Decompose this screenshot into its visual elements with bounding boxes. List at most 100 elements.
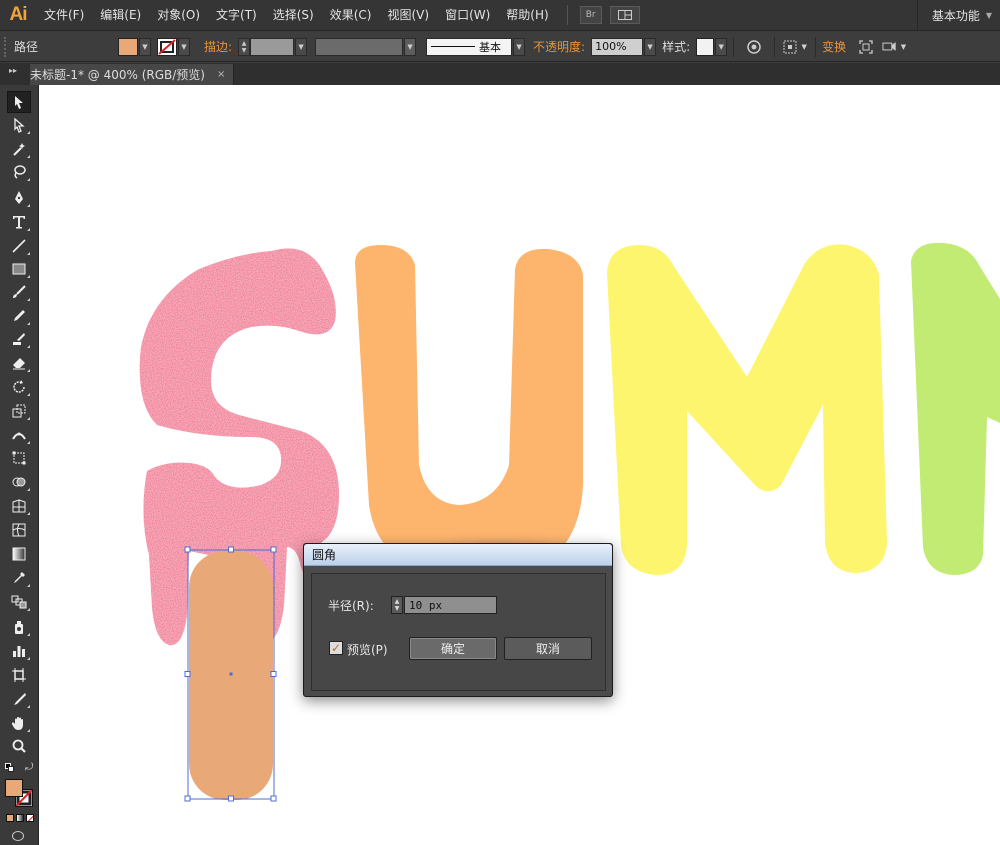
arrange-documents-button[interactable] [609, 6, 640, 24]
stroke-swatch[interactable] [157, 37, 177, 56]
stroke-line-preview [431, 46, 476, 47]
variable-width-dropdown[interactable]: ▼ [404, 37, 417, 56]
pen-nib-icon [15, 191, 23, 204]
rotate-tool[interactable] [7, 376, 31, 398]
gradient-button[interactable] [16, 814, 24, 822]
preview-checkbox[interactable]: ✓ [329, 641, 343, 655]
panel-options-button[interactable]: ▼ [882, 37, 906, 57]
menu-select[interactable]: 选择(S) [265, 0, 322, 31]
stroke-label[interactable]: 描边: [204, 38, 232, 55]
mesh-tool[interactable] [7, 519, 31, 541]
align-options-button[interactable]: ▼ [783, 37, 807, 57]
direct-selection-tool[interactable] [7, 114, 31, 136]
magic-wand-icon [13, 143, 25, 156]
dialog-title[interactable]: 圆角 [304, 544, 612, 566]
slice-tool[interactable] [7, 688, 31, 710]
pencil-tool[interactable] [7, 305, 31, 327]
chevron-down-icon: ▼ [801, 42, 807, 51]
spray-can-icon [15, 621, 23, 634]
eraser-icon [13, 358, 25, 370]
hand-tool[interactable] [7, 712, 31, 734]
width-tool[interactable] [7, 424, 31, 446]
menu-object[interactable]: 对象(O) [149, 0, 208, 31]
cancel-button[interactable]: 取消 [504, 637, 592, 660]
gradient-tool[interactable] [7, 543, 31, 565]
line-segment-tool[interactable] [7, 235, 31, 257]
paintbrush-tool[interactable] [7, 281, 31, 303]
stroke-dropdown[interactable]: ▼ [178, 37, 190, 56]
perspective-grid-tool[interactable] [7, 495, 31, 517]
fill-color-box[interactable] [5, 779, 23, 797]
scale-tool[interactable] [7, 400, 31, 422]
free-transform-tool[interactable] [7, 447, 31, 469]
menu-file[interactable]: 文件(F) [36, 0, 92, 31]
stroke-weight-field[interactable] [250, 37, 295, 56]
type-tool[interactable] [7, 211, 31, 233]
letter-u-shape [355, 245, 583, 575]
column-graph-tool[interactable] [7, 640, 31, 662]
brush-definition-field[interactable]: 基本 [426, 37, 513, 56]
close-icon[interactable]: × [217, 69, 225, 80]
free-transform-icon [12, 451, 26, 465]
opacity-dropdown[interactable]: ▼ [644, 37, 657, 56]
menu-view[interactable]: 视图(V) [379, 0, 437, 31]
stroke-weight-stepper[interactable]: ▲ ▼ [238, 37, 251, 56]
eyedropper-tool[interactable] [7, 567, 31, 589]
none-button[interactable] [26, 814, 34, 822]
document-tab[interactable]: 未标题-1* @ 400% (RGB/预览) × [30, 64, 235, 85]
blob-brush-tool[interactable] [7, 328, 31, 350]
drawing-mode-icon[interactable] [12, 831, 24, 841]
rectangle-tool[interactable] [7, 258, 31, 280]
zoom-tool[interactable] [7, 735, 31, 757]
lasso-tool[interactable] [7, 161, 31, 183]
bridge-button[interactable]: Br [579, 6, 602, 24]
color-button[interactable] [6, 814, 14, 822]
radius-stepper[interactable]: ▲ ▼ [391, 596, 403, 614]
eraser-tool[interactable] [7, 352, 31, 374]
symbol-sprayer-tool[interactable] [7, 616, 31, 638]
preview-label[interactable]: 预览(P) [347, 641, 388, 658]
graphic-style-swatch[interactable] [696, 37, 715, 56]
blend-tool[interactable] [7, 591, 31, 613]
menu-help[interactable]: 帮助(H) [498, 0, 556, 31]
artboard-canvas[interactable] [39, 85, 1000, 845]
isolate-selection-button[interactable] [854, 37, 878, 57]
fill-swatch[interactable] [118, 37, 138, 56]
menu-edit[interactable]: 编辑(E) [92, 0, 149, 31]
menu-effect[interactable]: 效果(C) [322, 0, 380, 31]
default-colors-icon[interactable] [5, 763, 15, 773]
opacity-field[interactable]: 100% [591, 37, 644, 56]
magic-wand-tool[interactable] [7, 138, 31, 160]
panel-grip[interactable] [4, 36, 10, 57]
shape-builder-tool[interactable] [7, 471, 31, 493]
app-logo: Ai [9, 4, 28, 25]
stroke-weight-dropdown[interactable]: ▼ [295, 37, 308, 56]
no-stroke-icon [158, 38, 176, 55]
menu-window[interactable]: 窗口(W) [437, 0, 498, 31]
corner-marker [27, 488, 30, 491]
pen-tool[interactable] [7, 187, 31, 209]
corner-marker [27, 275, 30, 278]
brush-definition-label: 基本 [479, 40, 502, 54]
variable-width-field[interactable] [315, 37, 404, 56]
isolate-icon [859, 39, 873, 54]
mesh-icon [12, 523, 26, 537]
ok-button[interactable]: 确定 [409, 637, 497, 660]
workspace-switcher[interactable]: 基本功能 ▼ [916, 0, 1000, 31]
opacity-label[interactable]: 不透明度: [533, 38, 585, 55]
menu-type[interactable]: 文字(T) [208, 0, 265, 31]
radius-input[interactable] [404, 596, 497, 614]
artboard-tool[interactable] [7, 664, 31, 686]
align-grid-icon [783, 40, 797, 53]
shape-builder-icon [12, 477, 26, 487]
control-divider [774, 36, 776, 57]
transform-link[interactable]: 变换 [822, 38, 846, 55]
fill-dropdown[interactable]: ▼ [139, 37, 151, 56]
selection-tool[interactable] [7, 91, 31, 113]
swap-colors-icon[interactable]: ⤾ [25, 762, 33, 773]
corner-marker [27, 155, 30, 158]
graphic-style-dropdown[interactable]: ▼ [715, 37, 728, 56]
recolor-artwork-button[interactable] [742, 37, 766, 57]
brush-definition-dropdown[interactable]: ▼ [513, 37, 526, 56]
artwork [139, 242, 1000, 802]
